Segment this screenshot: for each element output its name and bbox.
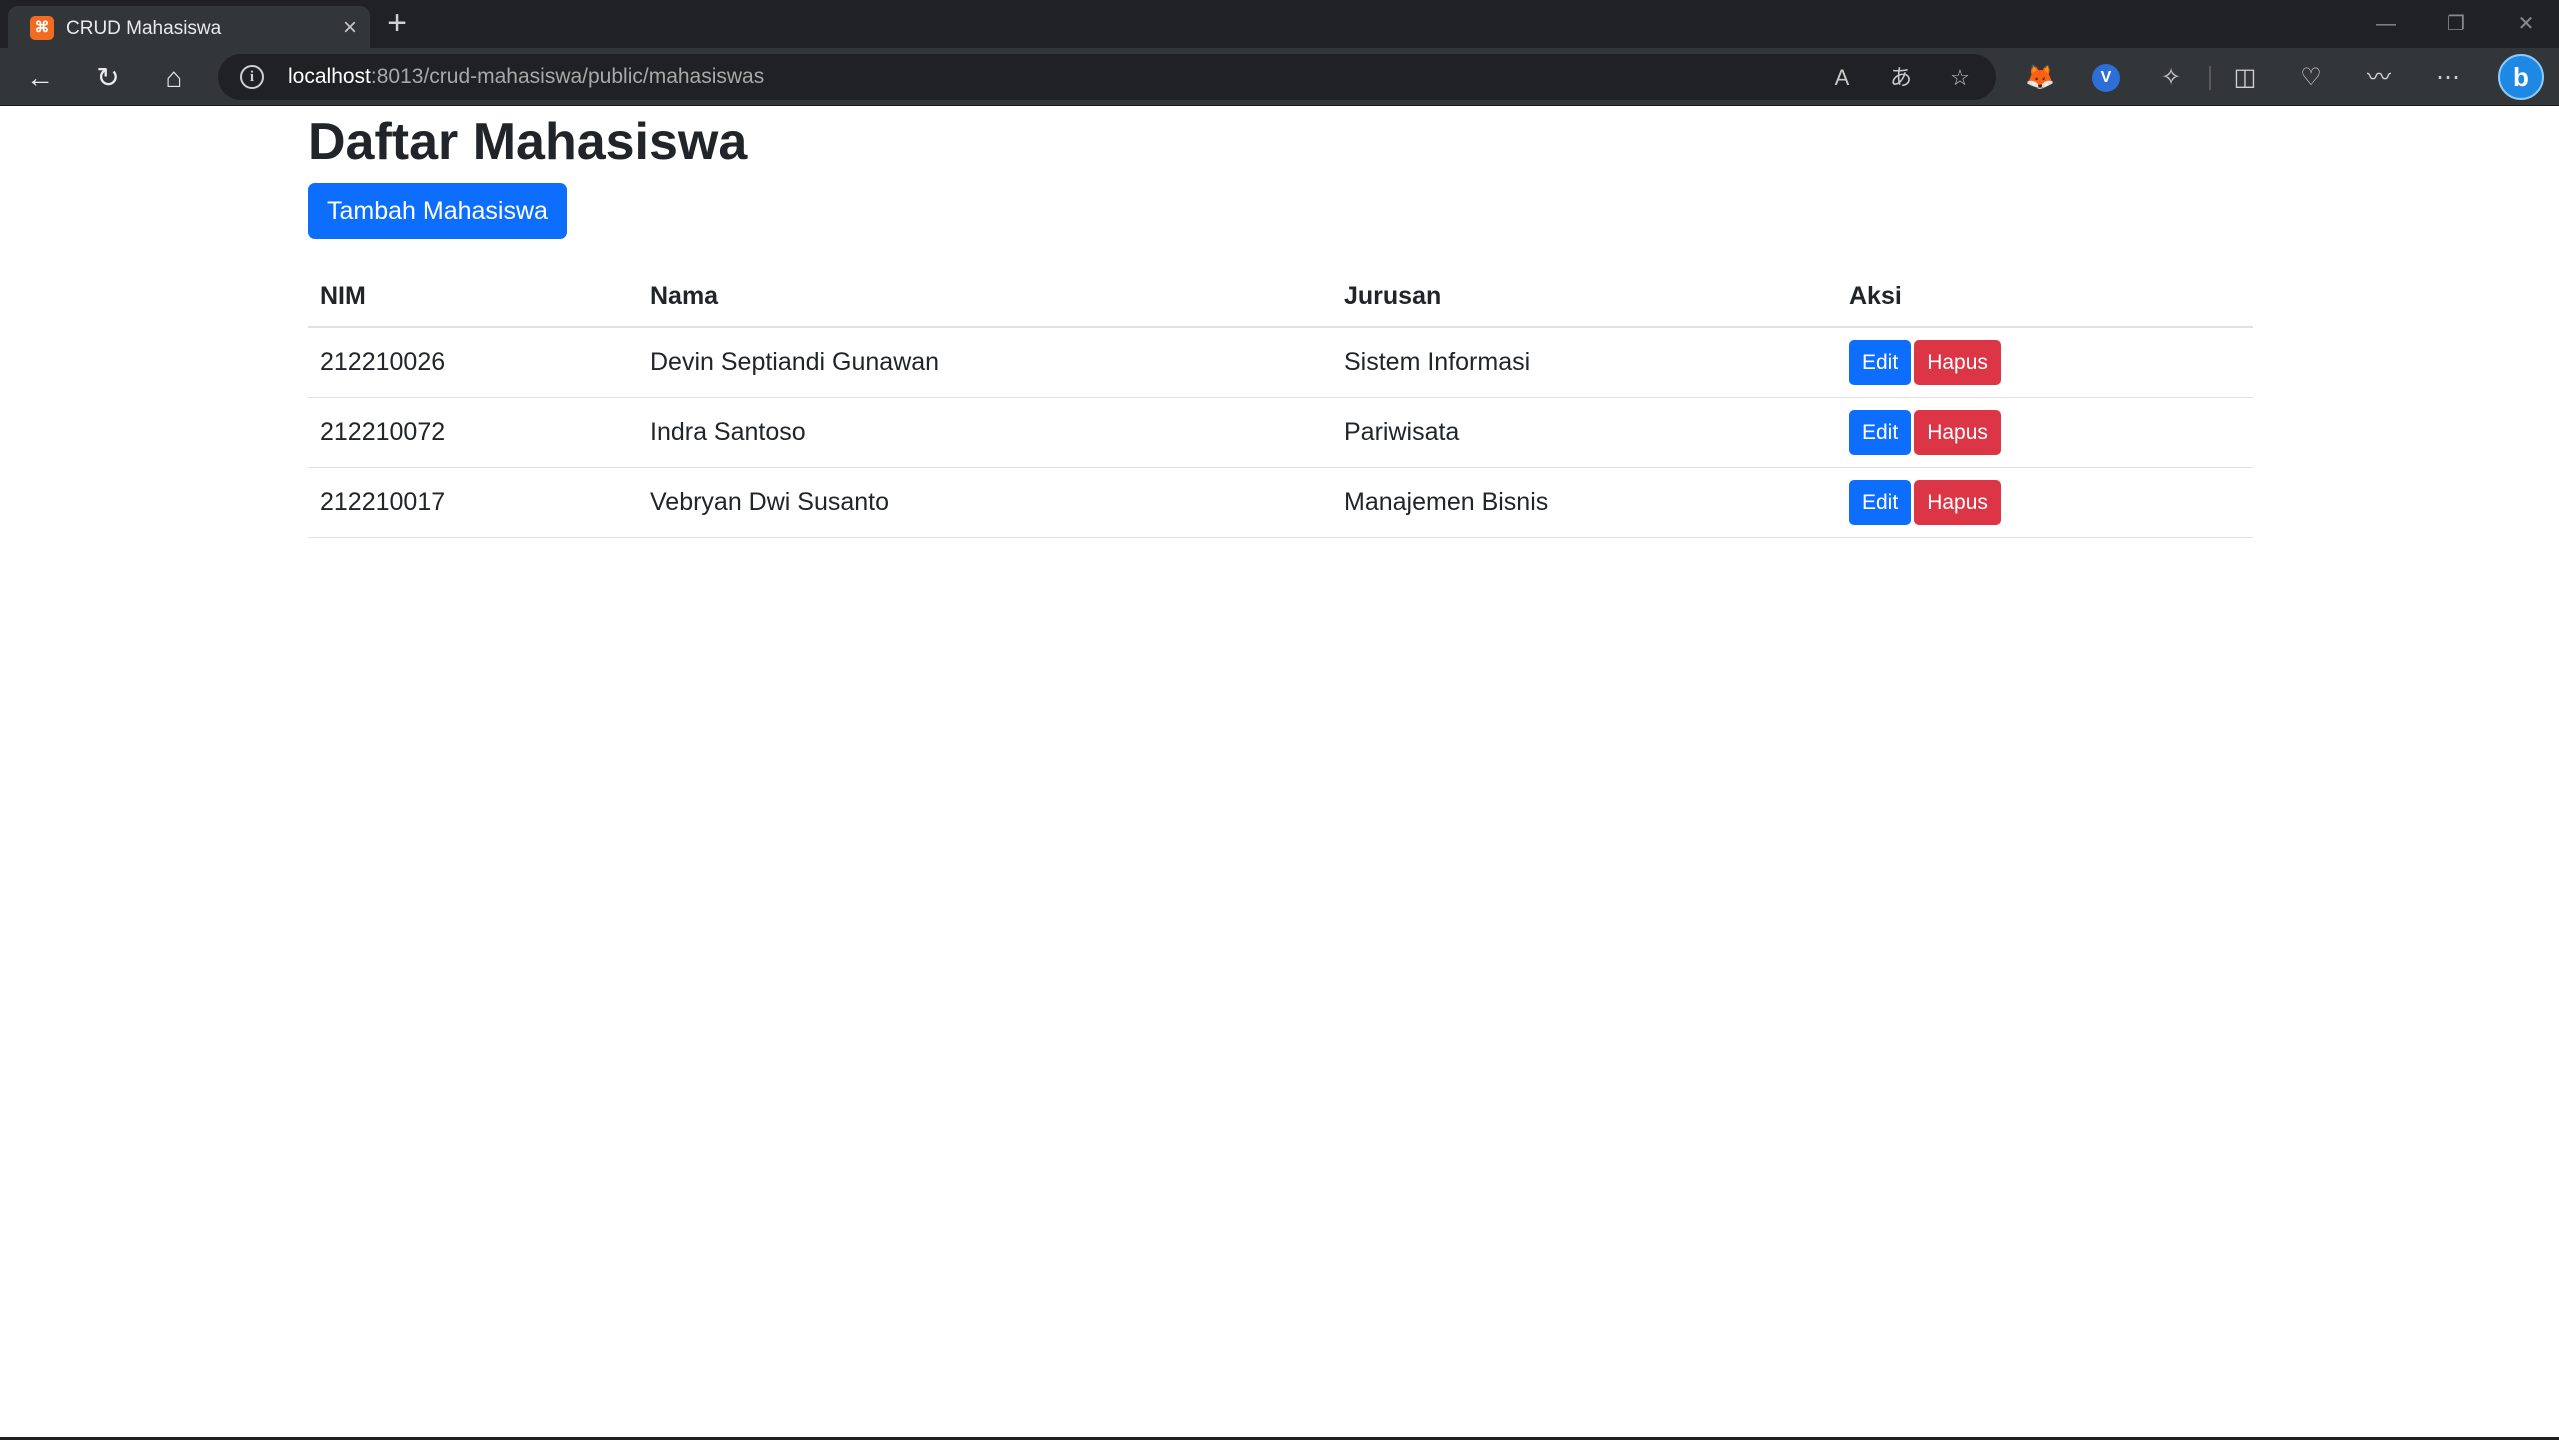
metamask-extension-icon[interactable]: 🦊 xyxy=(2022,60,2058,96)
cell-nama: Vebryan Dwi Susanto xyxy=(638,467,1332,538)
cell-aksi: Edit Hapus xyxy=(1837,397,2253,468)
students-table: NIM Nama Jurusan Aksi 212210026 Devin Se… xyxy=(308,266,2253,538)
cell-nim: 212210072 xyxy=(308,397,638,468)
add-student-button[interactable]: Tambah Mahasiswa xyxy=(308,183,567,239)
bing-copilot-icon[interactable]: b xyxy=(2498,54,2544,100)
edit-button[interactable]: Edit xyxy=(1849,339,1912,385)
back-icon[interactable]: ← xyxy=(20,58,60,98)
tab-title: CRUD Mahasiswa xyxy=(66,18,222,39)
header-nama: Nama xyxy=(638,266,1332,328)
tab-close-icon[interactable]: × xyxy=(336,14,364,42)
translate-icon[interactable]: あ xyxy=(1885,62,1917,94)
header-nim: NIM xyxy=(308,266,638,328)
table-header-row: NIM Nama Jurusan Aksi xyxy=(308,266,2253,328)
cell-nim: 212210026 xyxy=(308,327,638,398)
restore-icon[interactable]: ❐ xyxy=(2436,6,2476,42)
split-screen-icon[interactable]: ◫ xyxy=(2227,60,2263,96)
table-row: 212210072 Indra Santoso Pariwisata Edit H… xyxy=(308,397,2253,468)
address-bar[interactable]: i localhost:8013/crud-mahasiswa/public/m… xyxy=(218,54,1996,100)
cell-jurusan: Sistem Informasi xyxy=(1332,327,1837,398)
cell-nim: 212210017 xyxy=(308,467,638,538)
browser-titlebar: ⌘ CRUD Mahasiswa × + — ❐ ✕ xyxy=(0,0,2559,48)
browser-essentials-icon[interactable]: ♡ xyxy=(2293,60,2329,96)
cell-jurusan: Manajemen Bisnis xyxy=(1332,467,1837,538)
header-jurusan: Jurusan xyxy=(1332,266,1837,328)
table-row: 212210026 Devin Septiandi Gunawan Sistem… xyxy=(308,327,2253,398)
more-menu-icon[interactable]: ⋯ xyxy=(2430,60,2466,96)
favorite-star-icon[interactable]: ☆ xyxy=(1944,62,1976,94)
cell-aksi: Edit Hapus xyxy=(1837,467,2253,538)
url-text[interactable]: localhost:8013/crud-mahasiswa/public/mah… xyxy=(288,65,764,89)
cell-nama: Indra Santoso xyxy=(638,397,1332,468)
refresh-icon[interactable]: ↻ xyxy=(88,58,128,98)
url-path: :8013/crud-mahasiswa/public/mahasiswas xyxy=(370,65,765,88)
main-content: Daftar Mahasiswa Tambah Mahasiswa NIM Na… xyxy=(308,107,2253,538)
window-close-icon[interactable]: ✕ xyxy=(2506,6,2546,42)
page-title: Daftar Mahasiswa xyxy=(308,113,748,171)
browser-toolbar: ← ↻ ⌂ i localhost:8013/crud-mahasiswa/pu… xyxy=(0,48,2559,106)
delete-button[interactable]: Hapus xyxy=(1914,409,2001,455)
edit-button[interactable]: Edit xyxy=(1849,409,1912,455)
home-icon[interactable]: ⌂ xyxy=(154,58,194,98)
edit-button[interactable]: Edit xyxy=(1849,479,1912,525)
site-info-icon[interactable]: i xyxy=(240,65,264,89)
minimize-icon[interactable]: — xyxy=(2366,6,2406,42)
read-aloud-icon[interactable]: A xyxy=(1826,62,1858,94)
table-row: 212210017 Vebryan Dwi Susanto Manajemen … xyxy=(308,467,2253,538)
url-host: localhost xyxy=(288,65,371,88)
header-aksi: Aksi xyxy=(1837,266,2253,328)
performance-icon[interactable]: 〰 xyxy=(2361,60,2397,96)
browser-tab[interactable]: ⌘ CRUD Mahasiswa × xyxy=(8,6,370,48)
toolbar-divider xyxy=(2209,66,2211,90)
new-tab-icon[interactable]: + xyxy=(380,6,414,42)
delete-button[interactable]: Hapus xyxy=(1914,339,2001,385)
v-extension-icon[interactable]: V xyxy=(2092,64,2120,92)
cell-jurusan: Pariwisata xyxy=(1332,397,1837,468)
cell-nama: Devin Septiandi Gunawan xyxy=(638,327,1332,398)
delete-button[interactable]: Hapus xyxy=(1914,479,2001,525)
extensions-icon[interactable]: ✧ xyxy=(2153,60,2189,96)
cell-aksi: Edit Hapus xyxy=(1837,327,2253,398)
xampp-favicon-icon: ⌘ xyxy=(30,16,54,40)
